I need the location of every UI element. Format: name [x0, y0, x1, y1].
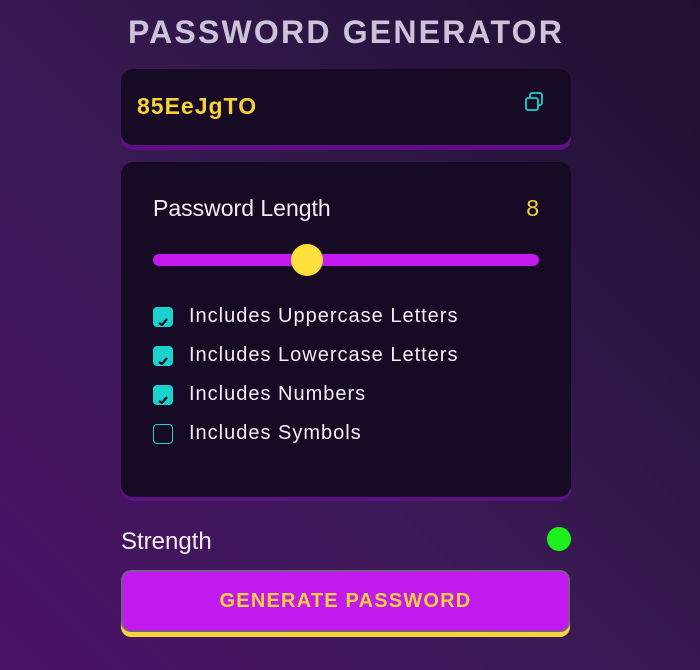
password-display: 85EeJgTO: [121, 69, 571, 145]
check-icon: [158, 318, 168, 326]
symbols-checkbox[interactable]: [153, 424, 173, 444]
numbers-checkbox[interactable]: [153, 385, 173, 405]
strength-indicator: [547, 527, 571, 551]
lowercase-checkbox[interactable]: [153, 346, 173, 366]
strength-label: Strength: [121, 528, 212, 555]
password-length-label: Password Length: [153, 195, 331, 221]
copy-icon[interactable]: [522, 90, 546, 114]
uppercase-checkbox[interactable]: [153, 307, 173, 327]
password-length-value: 8: [526, 195, 539, 221]
check-icon: [158, 357, 168, 365]
page-title: PASSWORD GENERATOR: [127, 14, 565, 50]
symbols-label: Includes Symbols: [189, 422, 362, 444]
length-slider[interactable]: [153, 244, 539, 276]
check-icon: [158, 396, 168, 404]
uppercase-label: Includes Uppercase Letters: [189, 305, 459, 327]
generated-password: 85EeJgTO: [137, 93, 258, 119]
settings-panel: Password Length 8 Includes Uppercase Let…: [121, 162, 571, 497]
numbers-label: Includes Numbers: [189, 383, 367, 405]
lowercase-label: Includes Lowercase Letters: [189, 344, 459, 366]
length-slider-thumb[interactable]: [291, 244, 324, 276]
generate-password-button[interactable]: GENERATE PASSWORD: [121, 570, 570, 632]
